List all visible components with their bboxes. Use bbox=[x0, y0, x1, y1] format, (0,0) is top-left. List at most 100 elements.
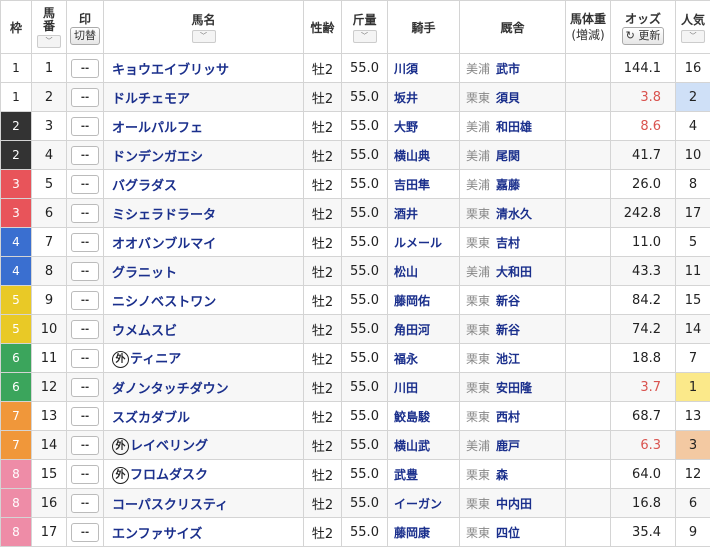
trainer-link[interactable]: 清水久 bbox=[496, 207, 532, 221]
jockey-link[interactable]: 鮫島駿 bbox=[394, 410, 430, 424]
chevron-down-icon[interactable]: ﹀ bbox=[37, 35, 61, 48]
trainer-link[interactable]: 中内田 bbox=[496, 497, 532, 511]
waku-cell: 4 bbox=[1, 228, 32, 257]
trainer-link[interactable]: 尾関 bbox=[496, 149, 520, 163]
col-name[interactable]: 馬名 ﹀ bbox=[104, 1, 304, 54]
jockey-link[interactable]: 横山武 bbox=[394, 439, 430, 453]
mark-select-button[interactable]: -- bbox=[71, 349, 99, 368]
col-umaban[interactable]: 馬番 ﹀ bbox=[32, 1, 67, 54]
horse-name-link[interactable]: ニシノベストワン bbox=[112, 295, 216, 310]
refresh-odds-button[interactable]: ↻ 更新 bbox=[622, 27, 665, 45]
horse-name-link[interactable]: オオバンブルマイ bbox=[112, 237, 216, 252]
trainer-link[interactable]: 嘉藤 bbox=[496, 178, 520, 192]
jockey-link[interactable]: 川須 bbox=[394, 62, 418, 76]
jockey-link[interactable]: 福永 bbox=[394, 352, 418, 366]
jockey-link[interactable]: イーガン bbox=[394, 497, 442, 511]
chevron-down-icon[interactable]: ﹀ bbox=[192, 30, 216, 43]
trainer-link[interactable]: 須貝 bbox=[496, 91, 520, 105]
horse-name-link[interactable]: キョウエイブリッサ bbox=[112, 63, 229, 78]
trainer-link[interactable]: 吉村 bbox=[496, 236, 520, 250]
mark-select-button[interactable]: -- bbox=[71, 494, 99, 513]
jockey-cell: 川須 bbox=[388, 54, 460, 83]
horse-name-link[interactable]: ミシェラドラータ bbox=[112, 208, 216, 223]
horse-name-link[interactable]: スズカダブル bbox=[112, 411, 190, 426]
horse-name-link[interactable]: ウメムスビ bbox=[112, 324, 177, 339]
mark-toggle-button[interactable]: 切替 bbox=[70, 27, 100, 45]
popularity-cell: 12 bbox=[676, 460, 710, 489]
waku-cell: 4 bbox=[1, 257, 32, 286]
horse-name-link[interactable]: バグラダス bbox=[112, 179, 177, 194]
jockey-cell: 川田 bbox=[388, 373, 460, 402]
mark-select-button[interactable]: -- bbox=[71, 175, 99, 194]
col-weight[interactable]: 斤量 ﹀ bbox=[342, 1, 388, 54]
stable-area: 栗東 bbox=[466, 497, 490, 511]
col-stable: 厩舎 bbox=[460, 1, 566, 54]
stable-cell: 栗東新谷 bbox=[460, 286, 566, 315]
horse-name-link[interactable]: オールパルフェ bbox=[112, 121, 203, 136]
trainer-link[interactable]: 西村 bbox=[496, 410, 520, 424]
body-weight-cell bbox=[566, 518, 611, 547]
trainer-link[interactable]: 大和田 bbox=[496, 265, 532, 279]
mark-select-button[interactable]: -- bbox=[71, 117, 99, 136]
jockey-link[interactable]: 藤岡康 bbox=[394, 526, 430, 540]
sexage-cell: 牡2 bbox=[304, 402, 342, 431]
jockey-link[interactable]: 横山典 bbox=[394, 149, 430, 163]
horse-name-link[interactable]: ダノンタッチダウン bbox=[112, 382, 229, 397]
jockey-link[interactable]: 坂井 bbox=[394, 91, 418, 105]
col-popularity[interactable]: 人気 ﹀ bbox=[676, 1, 710, 54]
jockey-link[interactable]: 吉田隼 bbox=[394, 178, 430, 192]
trainer-link[interactable]: 和田雄 bbox=[496, 120, 532, 134]
mark-select-button[interactable]: -- bbox=[71, 378, 99, 397]
weight-cell: 55.0 bbox=[342, 112, 388, 141]
jockey-link[interactable]: 大野 bbox=[394, 120, 418, 134]
stable-area: 栗東 bbox=[466, 236, 490, 250]
stable-cell: 栗東西村 bbox=[460, 402, 566, 431]
horse-name-link[interactable]: フロムダスク bbox=[130, 468, 208, 483]
mark-select-button[interactable]: -- bbox=[71, 204, 99, 223]
trainer-link[interactable]: 森 bbox=[496, 468, 508, 482]
jockey-link[interactable]: 松山 bbox=[394, 265, 418, 279]
chevron-down-icon[interactable]: ﹀ bbox=[681, 30, 705, 43]
horse-name-link[interactable]: エンファサイズ bbox=[112, 527, 202, 542]
horse-name-link[interactable]: グラニット bbox=[112, 266, 177, 281]
horse-name-link[interactable]: ドルチェモア bbox=[112, 92, 190, 107]
jockey-link[interactable]: ルメール bbox=[394, 236, 442, 250]
mark-select-button[interactable]: -- bbox=[71, 88, 99, 107]
stable-area: 栗東 bbox=[466, 468, 490, 482]
mark-select-button[interactable]: -- bbox=[71, 262, 99, 281]
mark-select-button[interactable]: -- bbox=[71, 233, 99, 252]
mark-select-button[interactable]: -- bbox=[71, 436, 99, 455]
horse-name-link[interactable]: コーパスクリスティ bbox=[112, 498, 228, 513]
mark-select-button[interactable]: -- bbox=[71, 523, 99, 542]
horse-name-link[interactable]: レイベリング bbox=[130, 439, 208, 454]
waku-cell: 8 bbox=[1, 518, 32, 547]
odds-cell: 144.1 bbox=[611, 54, 676, 83]
mark-select-button[interactable]: -- bbox=[71, 320, 99, 339]
foreign-horse-icon: 外 bbox=[112, 351, 129, 368]
waku-cell: 5 bbox=[1, 286, 32, 315]
jockey-link[interactable]: 角田河 bbox=[394, 323, 430, 337]
horse-name-link[interactable]: ティニア bbox=[130, 352, 181, 367]
trainer-link[interactable]: 新谷 bbox=[496, 323, 520, 337]
trainer-link[interactable]: 武市 bbox=[496, 62, 520, 76]
umaban-cell: 9 bbox=[32, 286, 67, 315]
trainer-link[interactable]: 鹿戸 bbox=[496, 439, 520, 453]
waku-cell: 7 bbox=[1, 431, 32, 460]
chevron-down-icon[interactable]: ﹀ bbox=[353, 30, 377, 43]
trainer-link[interactable]: 新谷 bbox=[496, 294, 520, 308]
horse-name-link[interactable]: ドンデンガエシ bbox=[112, 150, 203, 165]
sexage-header-label: 性齢 bbox=[310, 21, 334, 35]
mark-select-button[interactable]: -- bbox=[71, 291, 99, 310]
jockey-link[interactable]: 藤岡佑 bbox=[394, 294, 430, 308]
mark-select-button[interactable]: -- bbox=[71, 59, 99, 78]
trainer-link[interactable]: 池江 bbox=[496, 352, 520, 366]
trainer-link[interactable]: 四位 bbox=[496, 526, 520, 540]
jockey-link[interactable]: 川田 bbox=[394, 381, 418, 395]
mark-select-button[interactable]: -- bbox=[71, 146, 99, 165]
mark-cell: -- bbox=[67, 402, 104, 431]
trainer-link[interactable]: 安田隆 bbox=[496, 381, 532, 395]
jockey-link[interactable]: 武豊 bbox=[394, 468, 418, 482]
mark-select-button[interactable]: -- bbox=[71, 407, 99, 426]
jockey-link[interactable]: 酒井 bbox=[394, 207, 418, 221]
mark-select-button[interactable]: -- bbox=[71, 465, 99, 484]
